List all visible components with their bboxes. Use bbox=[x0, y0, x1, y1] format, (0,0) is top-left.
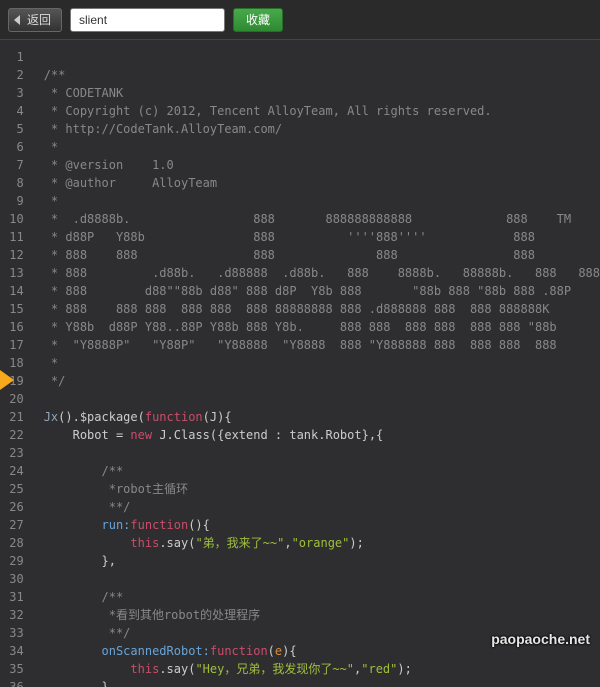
comment-line: *看到其他robot的处理程序 bbox=[44, 608, 260, 622]
search-input[interactable] bbox=[70, 8, 225, 32]
ascii-art: * Y88b d88P Y88..88P Y88b 888 Y8b. 888 8… bbox=[44, 320, 557, 334]
comment-line: * bbox=[44, 140, 58, 154]
ascii-art: * .d8888b. 888 888888888888 888 TM bbox=[44, 212, 571, 226]
line-number: 33 bbox=[0, 624, 34, 642]
ascii-art: * 888 .d88b. .d88888 .d88b. 888 8888b. 8… bbox=[44, 266, 600, 280]
code-token: , bbox=[284, 536, 291, 550]
line-number: 31 bbox=[0, 588, 34, 606]
code-token: }, bbox=[44, 554, 116, 568]
code-token: this bbox=[130, 536, 159, 550]
line-number: 35 bbox=[0, 660, 34, 678]
code-token: }, bbox=[44, 680, 116, 687]
code-token: function bbox=[130, 518, 188, 532]
comment-line: * http://CodeTank.AlloyTeam.com/ bbox=[44, 122, 282, 136]
line-number: 10 bbox=[0, 210, 34, 228]
line-number: 23 bbox=[0, 444, 34, 462]
line-number: 29 bbox=[0, 552, 34, 570]
line-number: 20 bbox=[0, 390, 34, 408]
comment-line: **/ bbox=[44, 626, 131, 640]
code-token: ().$package( bbox=[58, 410, 145, 424]
code-area[interactable]: /** * CODETANK * Copyright (c) 2012, Ten… bbox=[34, 40, 600, 687]
line-number: 30 bbox=[0, 570, 34, 588]
code-token: function bbox=[145, 410, 203, 424]
code-token: ); bbox=[397, 662, 411, 676]
code-token bbox=[44, 536, 131, 550]
ascii-art: * 888 888 888 888 888 888 88888888 888 .… bbox=[44, 302, 550, 316]
code-token: .say( bbox=[159, 536, 195, 550]
line-number: 3 bbox=[0, 84, 34, 102]
line-number: 21 bbox=[0, 408, 34, 426]
line-number: 24 bbox=[0, 462, 34, 480]
comment-line: * @author AlloyTeam bbox=[44, 176, 217, 190]
ascii-art: * 888 d88""88b d88" 888 d8P Y8b 888 "88b… bbox=[44, 284, 571, 298]
line-number: 22 bbox=[0, 426, 34, 444]
code-token: (){ bbox=[188, 518, 210, 532]
line-number: 14 bbox=[0, 282, 34, 300]
comment-line: /** bbox=[44, 590, 123, 604]
comment-line: * Copyright (c) 2012, Tencent AlloyTeam,… bbox=[44, 104, 492, 118]
comment-line: /** bbox=[44, 464, 123, 478]
line-gutter: 1234567891011121314151617181920212223242… bbox=[0, 40, 34, 687]
line-number: 4 bbox=[0, 102, 34, 120]
code-token: "弟，我来了~~" bbox=[195, 536, 284, 550]
line-number: 32 bbox=[0, 606, 34, 624]
code-token: .say( bbox=[159, 662, 195, 676]
code-editor[interactable]: 1234567891011121314151617181920212223242… bbox=[0, 40, 600, 687]
back-button[interactable]: 返回 bbox=[8, 8, 62, 32]
code-token: "red" bbox=[361, 662, 397, 676]
code-token: function bbox=[210, 644, 268, 658]
comment-line: * bbox=[44, 194, 58, 208]
code-token bbox=[44, 662, 131, 676]
line-number: 16 bbox=[0, 318, 34, 336]
line-number: 12 bbox=[0, 246, 34, 264]
line-number: 11 bbox=[0, 228, 34, 246]
line-number: 6 bbox=[0, 138, 34, 156]
expand-arrow-icon[interactable] bbox=[0, 370, 14, 390]
line-number: 15 bbox=[0, 300, 34, 318]
code-token: J.Class({extend : tank.Robot},{ bbox=[152, 428, 383, 442]
comment-line: * @version 1.0 bbox=[44, 158, 174, 172]
line-number: 36 bbox=[0, 678, 34, 687]
line-number: 8 bbox=[0, 174, 34, 192]
comment-line: * bbox=[44, 356, 58, 370]
code-token: "Hey，兄弟，我发现你了~~" bbox=[195, 662, 354, 676]
line-number: 17 bbox=[0, 336, 34, 354]
watermark: paopaoche.net bbox=[491, 631, 590, 647]
code-token: "orange" bbox=[292, 536, 350, 550]
line-number: 9 bbox=[0, 192, 34, 210]
line-number: 1 bbox=[0, 48, 34, 66]
favorite-button[interactable]: 收藏 bbox=[233, 8, 283, 32]
code-token: ){ bbox=[282, 644, 296, 658]
ascii-art: * d88P Y88b 888 ''''888'''' 888 bbox=[44, 230, 535, 244]
code-token: this bbox=[130, 662, 159, 676]
code-token: (J){ bbox=[203, 410, 232, 424]
comment-line: * CODETANK bbox=[44, 86, 123, 100]
code-token: onScannedRobot: bbox=[44, 644, 210, 658]
code-token: Robot = bbox=[44, 428, 131, 442]
comment-line: /** bbox=[44, 68, 66, 82]
line-number: 25 bbox=[0, 480, 34, 498]
code-token: new bbox=[130, 428, 152, 442]
line-number: 5 bbox=[0, 120, 34, 138]
code-token: run: bbox=[44, 518, 131, 532]
line-number: 34 bbox=[0, 642, 34, 660]
line-number: 13 bbox=[0, 264, 34, 282]
ascii-art: * "Y8888P" "Y88P" "Y88888 "Y8888 888 "Y8… bbox=[44, 338, 557, 352]
code-token: ); bbox=[349, 536, 363, 550]
comment-line: */ bbox=[44, 374, 66, 388]
line-number: 7 bbox=[0, 156, 34, 174]
ascii-art: * 888 888 888 888 888 bbox=[44, 248, 535, 262]
line-number: 28 bbox=[0, 534, 34, 552]
comment-line: **/ bbox=[44, 500, 131, 514]
line-number: 2 bbox=[0, 66, 34, 84]
comment-line: *robot主循环 bbox=[44, 482, 188, 496]
code-token: Jx bbox=[44, 410, 58, 424]
toolbar: 返回 收藏 bbox=[0, 0, 600, 40]
code-token: ( bbox=[268, 644, 275, 658]
line-number: 27 bbox=[0, 516, 34, 534]
line-number: 26 bbox=[0, 498, 34, 516]
